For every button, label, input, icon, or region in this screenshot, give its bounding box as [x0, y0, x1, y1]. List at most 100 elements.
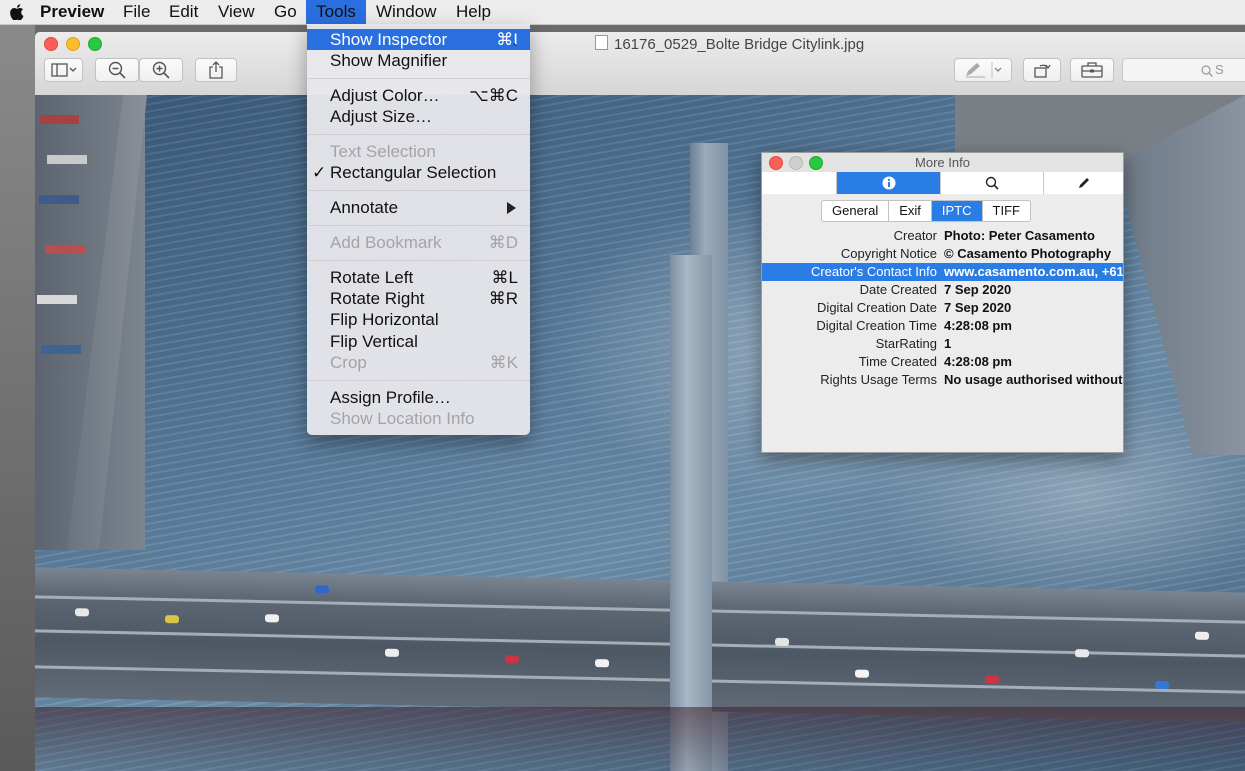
info-icon: [882, 176, 895, 190]
menu-item-show-magnifier[interactable]: Show Magnifier `: [307, 41, 530, 71]
metadata-value: www.casamento.com.au, +61: [944, 264, 1123, 279]
menu-item-flip-horizontal[interactable]: Flip Horizontal: [307, 309, 530, 330]
toolbox-button[interactable]: [1070, 58, 1114, 82]
segment-info[interactable]: [837, 172, 941, 194]
tab-general[interactable]: General: [822, 201, 890, 221]
menu-item-rotate-left[interactable]: Rotate Left ⌘L: [307, 267, 530, 288]
image-car: [385, 648, 399, 657]
metadata-value: 7 Sep 2020: [944, 282, 1012, 297]
menu-tools[interactable]: Tools: [306, 0, 366, 24]
sidebar-toggle-button[interactable]: [44, 58, 83, 82]
zoom-in-button[interactable]: [139, 58, 183, 82]
menu-item-label: Rectangular Selection: [330, 163, 497, 182]
tab-iptc[interactable]: IPTC: [931, 201, 983, 221]
image-container: [37, 295, 77, 304]
metadata-key: Digital Creation Date: [817, 300, 937, 315]
menu-item-label: Annotate: [330, 198, 399, 217]
menu-item-adjust-color[interactable]: Adjust Color… ⌥⌘C: [307, 85, 530, 106]
metadata-key: StarRating: [875, 336, 937, 351]
share-button[interactable]: [195, 58, 237, 82]
image-car: [595, 659, 609, 668]
image-container: [41, 345, 81, 354]
checkmark-icon: ✓: [312, 163, 327, 182]
tools-menu: Show Inspector ⌘I Show Magnifier ` Adjus…: [307, 24, 530, 435]
metadata-key: Digital Creation Time: [816, 318, 937, 333]
metadata-row[interactable]: StarRating 1: [762, 335, 1123, 353]
window-toolbar: 16176_0529_Bolte Bridge Citylink.jpg S: [35, 32, 1245, 96]
metadata-row[interactable]: Date Created 7 Sep 2020: [762, 281, 1123, 299]
metadata-tabs: General Exif IPTC TIFF: [821, 200, 1031, 222]
zoom-out-icon: [108, 61, 126, 79]
image-lane-line: [35, 629, 1245, 658]
menu-item-show-inspector[interactable]: Show Inspector ⌘I: [307, 29, 530, 50]
metadata-key: Time Created: [858, 354, 937, 369]
menu-item-rectangular-selection[interactable]: ✓ Rectangular Selection: [307, 162, 530, 183]
tab-exif[interactable]: Exif: [889, 201, 932, 221]
menu-item-annotate[interactable]: Annotate: [307, 197, 530, 218]
metadata-key: Creator's Contact Info: [810, 264, 937, 279]
menu-window[interactable]: Window: [368, 0, 444, 24]
more-info-panel: More Info General Exif IPTC TIFF Creator…: [761, 152, 1124, 453]
image-car: [315, 585, 329, 594]
metadata-row[interactable]: Rights Usage Terms No usage authorised w…: [762, 371, 1123, 389]
metadata-row[interactable]: Copyright Notice © Casamento Photography: [762, 245, 1123, 263]
image-car: [855, 669, 869, 678]
menu-help[interactable]: Help: [448, 0, 499, 24]
pencil-icon: [1078, 178, 1089, 188]
menu-item-show-location-info[interactable]: Show Location Info: [307, 408, 530, 429]
menu-item-label: Assign Profile…: [330, 388, 451, 407]
menu-item-rotate-right[interactable]: Rotate Right ⌘R: [307, 288, 530, 309]
segment-blank: [762, 172, 837, 194]
menu-item-shortcut: ⌥⌘C: [469, 86, 518, 105]
metadata-row[interactable]: Creator Photo: Peter Casamento: [762, 227, 1123, 245]
menu-separator: [307, 260, 530, 261]
search-field[interactable]: S: [1122, 58, 1245, 82]
metadata-row-selected[interactable]: Creator's Contact Info www.casamento.com…: [762, 263, 1123, 281]
zoom-button[interactable]: [88, 37, 102, 51]
image-container: [39, 195, 79, 204]
segment-search[interactable]: [941, 172, 1044, 194]
desktop-background: [0, 25, 35, 771]
tab-tiff[interactable]: TIFF: [983, 201, 1030, 221]
metadata-value: 4:28:08 pm: [944, 354, 1012, 369]
panel-minimize-button[interactable]: [789, 156, 803, 170]
image-car: [985, 675, 999, 684]
metadata-value: Photo: Peter Casamento: [944, 228, 1095, 243]
menu-item-shortcut: `: [512, 41, 518, 60]
rotate-button[interactable]: [1023, 58, 1061, 82]
menu-item-label: Show Magnifier: [330, 51, 448, 70]
image-container: [47, 155, 87, 164]
close-button[interactable]: [44, 37, 58, 51]
panel-zoom-button[interactable]: [809, 156, 823, 170]
segment-edit[interactable]: [1044, 172, 1123, 194]
menu-file[interactable]: File: [115, 0, 158, 24]
image-car: [75, 608, 89, 617]
menu-item-label: Adjust Color…: [330, 86, 440, 105]
menu-view[interactable]: View: [210, 0, 263, 24]
menu-item-adjust-size[interactable]: Adjust Size…: [307, 106, 530, 127]
menu-item-flip-vertical[interactable]: Flip Vertical: [307, 331, 530, 352]
menu-item-assign-profile[interactable]: Assign Profile…: [307, 387, 530, 408]
menu-edit[interactable]: Edit: [161, 0, 206, 24]
menu-item-add-bookmark[interactable]: Add Bookmark ⌘D: [307, 232, 530, 253]
menu-go[interactable]: Go: [266, 0, 305, 24]
image-lane-line: [35, 665, 1245, 694]
image-car: [775, 637, 789, 647]
menu-item-shortcut: ⌘R: [488, 289, 518, 308]
metadata-row[interactable]: Digital Creation Date 7 Sep 2020: [762, 299, 1123, 317]
markup-button[interactable]: [954, 58, 1012, 82]
menu-separator: [307, 134, 530, 135]
menu-item-label: Add Bookmark: [330, 233, 442, 252]
metadata-row[interactable]: Time Created 4:28:08 pm: [762, 353, 1123, 371]
app-name[interactable]: Preview: [32, 0, 112, 24]
apple-icon[interactable]: [2, 0, 36, 24]
image-car: [265, 614, 279, 623]
minimize-button[interactable]: [66, 37, 80, 51]
menu-item-crop[interactable]: Crop ⌘K: [307, 352, 530, 373]
search-placeholder: S: [1215, 62, 1224, 77]
metadata-key: Date Created: [859, 282, 937, 297]
panel-close-button[interactable]: [769, 156, 783, 170]
menu-item-text-selection[interactable]: Text Selection: [307, 141, 530, 162]
zoom-out-button[interactable]: [95, 58, 139, 82]
metadata-row[interactable]: Digital Creation Time 4:28:08 pm: [762, 317, 1123, 335]
